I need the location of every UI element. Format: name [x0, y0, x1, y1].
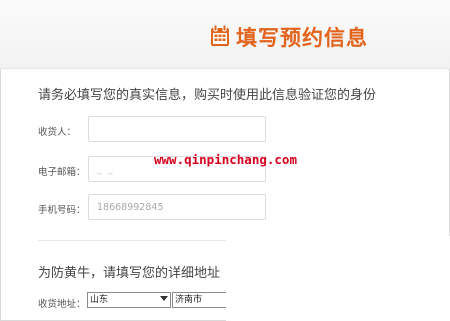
chevron-down-icon: [160, 296, 168, 301]
calendar-icon: [211, 25, 229, 46]
section-divider: [38, 240, 226, 241]
city-value: 济南市: [175, 295, 203, 305]
image-crop-area: [226, 236, 450, 321]
email-label: 电子邮箱：: [38, 167, 86, 178]
page-title: 填写预约信息: [236, 26, 368, 50]
phone-label: 手机号码：: [38, 205, 86, 216]
province-select[interactable]: 山东: [87, 292, 171, 308]
recipient-label: 收货人：: [38, 127, 77, 138]
address-instruction: 为防黄牛，请填写您的详细地址: [38, 266, 221, 281]
header-divider: [0, 68, 450, 69]
recipient-input[interactable]: [88, 116, 266, 142]
province-value: 山东: [90, 295, 109, 305]
phone-input[interactable]: [88, 194, 266, 220]
city-select[interactable]: 济南市: [172, 292, 226, 308]
page-header: 填写预约信息: [0, 0, 450, 69]
site-watermark: www.qinpinchang.com: [154, 152, 297, 167]
address-label: 收货地址：: [38, 299, 86, 310]
section-instruction: 请务必填写您的真实信息，购买时使用此信息验证您的身份: [38, 88, 377, 103]
